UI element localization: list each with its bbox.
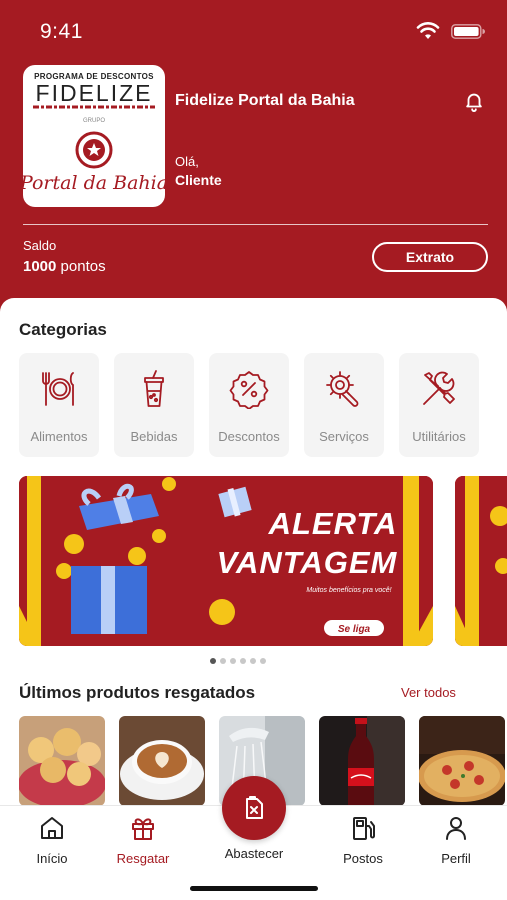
battery-icon xyxy=(451,24,485,39)
nav-inicio[interactable]: Início xyxy=(7,814,97,866)
nav-label: Postos xyxy=(343,851,383,866)
nav-abastecer-label: Abastecer xyxy=(224,846,284,861)
category-alimentos[interactable]: Alimentos xyxy=(19,353,99,457)
see-all-link[interactable]: Ver todos xyxy=(401,685,456,700)
statement-button[interactable]: Extrato xyxy=(372,242,488,272)
nav-perfil[interactable]: Perfil xyxy=(411,814,501,866)
user-name: Cliente xyxy=(175,172,222,188)
category-servicos[interactable]: Serviços xyxy=(304,353,384,457)
nav-resgatar[interactable]: Resgatar xyxy=(98,814,188,866)
product-cappuccino[interactable] xyxy=(119,716,205,806)
carousel-dot[interactable] xyxy=(230,658,236,664)
category-descontos[interactable]: Descontos xyxy=(209,353,289,457)
carousel-indicator xyxy=(210,658,266,664)
tools-icon xyxy=(423,371,455,405)
status-bar: 9:41 xyxy=(0,0,507,60)
svg-text:GRUPO: GRUPO xyxy=(83,118,105,124)
drink-cup-icon xyxy=(144,370,164,407)
wifi-icon xyxy=(416,22,440,39)
carousel-dot[interactable] xyxy=(240,658,246,664)
header-divider xyxy=(23,224,488,225)
fuel-pump-icon xyxy=(353,817,375,840)
promo-banner[interactable]: ALERTA VANTAGEM Muitos benefícios pra vo… xyxy=(19,476,433,646)
svg-text:Portal da Bahia: Portal da Bahia xyxy=(23,172,165,194)
category-label: Utilitários xyxy=(412,429,466,444)
categories-title: Categorias xyxy=(19,320,107,339)
banner-title-line1: ALERTA xyxy=(268,506,398,541)
category-label: Serviços xyxy=(319,429,369,444)
category-list: Alimentos Bebidas Descontos Serviços Uti… xyxy=(19,353,479,457)
home-icon xyxy=(41,817,63,839)
plate-cutlery-icon xyxy=(42,372,74,406)
category-label: Alimentos xyxy=(30,429,88,444)
nav-label: Início xyxy=(36,851,68,866)
category-bebidas[interactable]: Bebidas xyxy=(114,353,194,457)
app-title: Fidelize Portal da Bahia xyxy=(175,92,355,109)
svg-text:FIDELIZE: FIDELIZE xyxy=(36,80,153,106)
gift-icon xyxy=(132,818,154,840)
carousel-dot[interactable] xyxy=(250,658,256,664)
percent-badge-icon xyxy=(229,371,269,409)
nav-label: Perfil xyxy=(441,851,471,866)
banner-title-line2: VANTAGEM xyxy=(217,545,398,580)
home-indicator xyxy=(190,886,318,891)
greeting-text: Olá, xyxy=(175,154,199,169)
gear-wrench-icon xyxy=(326,371,359,407)
balance-value: 1000 pontos xyxy=(23,258,106,275)
status-time: 9:41 xyxy=(40,20,83,43)
carousel-dot[interactable] xyxy=(210,658,216,664)
carousel-dot[interactable] xyxy=(260,658,266,664)
balance-unit: pontos xyxy=(60,258,106,275)
bell-icon[interactable] xyxy=(463,90,485,112)
nav-label: Resgatar xyxy=(116,851,170,866)
banner-cta-label: Se liga xyxy=(338,624,371,635)
category-label: Descontos xyxy=(218,429,280,444)
product-pizza[interactable] xyxy=(419,716,505,806)
product-coca-cola[interactable] xyxy=(319,716,405,806)
balance-number: 1000 xyxy=(23,258,57,275)
redeemed-title: Últimos produtos resgatados xyxy=(19,683,256,702)
category-label: Bebidas xyxy=(130,429,178,444)
category-utilitarios[interactable]: Utilitários xyxy=(399,353,479,457)
promo-banner-next[interactable] xyxy=(455,476,507,646)
banner-tagline: Muitos benefícios pra você! xyxy=(306,587,391,594)
nav-postos[interactable]: Postos xyxy=(318,814,408,866)
user-icon xyxy=(446,817,466,840)
fuel-can-icon xyxy=(246,796,263,819)
product-cheese-bread[interactable] xyxy=(19,716,105,806)
fuel-action-button[interactable] xyxy=(222,776,286,840)
carousel-dot[interactable] xyxy=(220,658,226,664)
balance-label: Saldo xyxy=(23,238,57,253)
brand-logo: PROGRAMA DE DESCONTOS FIDELIZE GRUPO Por… xyxy=(23,65,165,207)
